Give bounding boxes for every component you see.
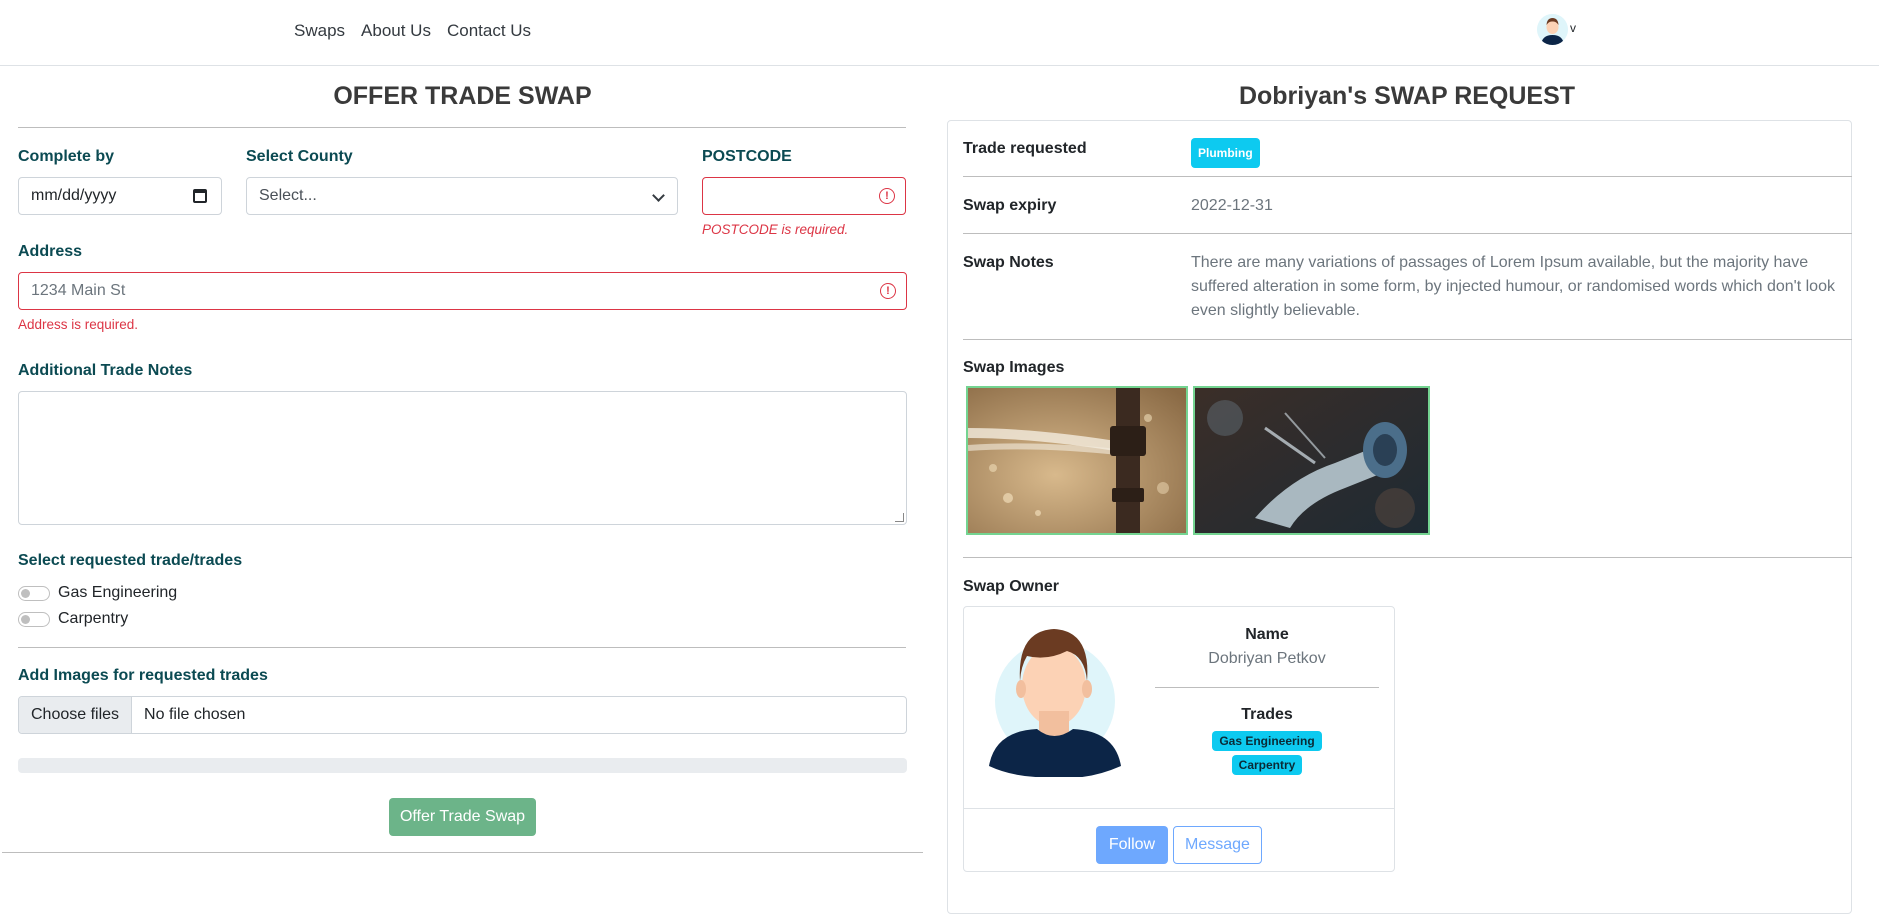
offer-form-title: OFFER TRADE SWAP: [333, 82, 592, 110]
divider: [2, 852, 923, 853]
carpentry-toggle[interactable]: [18, 611, 50, 627]
leaking-pipe-image: [968, 388, 1186, 533]
nav-link-about-us[interactable]: About Us: [353, 20, 439, 42]
chevron-down-icon: v: [1570, 20, 1576, 35]
select-trades-label: Select requested trade/trades: [18, 552, 243, 569]
owner-trades-label: Trades: [1241, 706, 1293, 723]
avatar-person-icon: [1537, 14, 1568, 45]
file-input[interactable]: Choose files No file chosen: [18, 696, 907, 734]
trade-option-carpentry[interactable]: Carpentry: [18, 610, 128, 628]
divider: [963, 176, 1852, 177]
swap-request-title: Dobriyan's SWAP REQUEST: [1238, 82, 1576, 110]
swap-image-2[interactable]: [1193, 386, 1430, 535]
chevron-down-icon: [652, 189, 665, 202]
owner-name-label: Name: [1245, 626, 1289, 643]
county-selected-value: Select...: [259, 187, 317, 204]
message-button[interactable]: Message: [1173, 826, 1262, 864]
file-status: No file chosen: [144, 706, 246, 723]
owner-trade-badges: Gas Engineering Carpentry: [1155, 731, 1379, 775]
user-menu-toggle[interactable]: v: [1537, 14, 1576, 45]
address-input[interactable]: 1234 Main St !: [18, 272, 907, 310]
trade-requested-value: Plumbing: [1191, 138, 1260, 168]
owner-avatar: [987, 621, 1123, 782]
additional-notes-label: Additional Trade Notes: [18, 362, 193, 379]
divider: [963, 339, 1852, 340]
address-label: Address: [18, 243, 83, 260]
gas-engineering-toggle[interactable]: [18, 585, 50, 601]
add-images-label: Add Images for requested trades: [18, 667, 268, 684]
complete-by-placeholder: mm/dd/yyyy: [31, 187, 117, 204]
county-select[interactable]: Select...: [246, 177, 678, 215]
offer-trade-swap-button[interactable]: Offer Trade Swap: [389, 798, 536, 836]
nav-link-contact-us[interactable]: Contact Us: [439, 20, 539, 42]
choose-files-button[interactable]: Choose files: [19, 697, 133, 733]
gas-engineering-label: Gas Engineering: [58, 584, 178, 601]
complete-by-date-input[interactable]: mm/dd/yyyy: [18, 177, 222, 215]
error-icon: !: [879, 188, 895, 204]
navbar: Swaps About Us Contact Us v: [0, 0, 1879, 66]
error-icon: !: [880, 283, 896, 299]
swap-owner-label: Swap Owner: [963, 578, 1060, 595]
swap-notes-label: Swap Notes: [963, 254, 1054, 271]
trade-badge-carpentry: Carpentry: [1231, 755, 1303, 775]
nav-links: Swaps About Us Contact Us: [286, 20, 539, 42]
divider: [963, 808, 1395, 809]
additional-notes-textarea[interactable]: [18, 391, 907, 525]
swap-image-1[interactable]: [966, 386, 1188, 535]
postcode-label: POSTCODE: [702, 148, 792, 165]
complete-by-label: Complete by: [18, 148, 115, 165]
swap-expiry-value: 2022-12-31: [1191, 197, 1273, 214]
swap-expiry-label: Swap expiry: [963, 197, 1057, 214]
avatar-person-icon: [989, 629, 1121, 778]
postcode-error: POSTCODE is required.: [702, 222, 849, 237]
trade-option-gas-engineering[interactable]: Gas Engineering: [18, 584, 177, 602]
nav-link-swaps[interactable]: Swaps: [286, 20, 353, 42]
address-placeholder: 1234 Main St: [31, 282, 126, 299]
swap-notes-value: There are many variations of passages of…: [1191, 254, 1835, 319]
divider: [18, 127, 906, 128]
follow-button[interactable]: Follow: [1096, 826, 1168, 864]
address-error: Address is required.: [18, 317, 139, 332]
carpentry-label: Carpentry: [58, 610, 129, 627]
trade-requested-label: Trade requested: [963, 140, 1087, 157]
trade-badge-plumbing: Plumbing: [1191, 138, 1260, 168]
divider: [18, 647, 906, 648]
divider: [963, 557, 1852, 558]
calendar-icon[interactable]: [193, 189, 207, 203]
owner-name: Dobriyan Petkov: [1208, 650, 1326, 667]
trade-badge-gas-engineering: Gas Engineering: [1212, 731, 1322, 751]
postcode-input[interactable]: !: [702, 177, 906, 215]
leaking-tap-image: [1195, 388, 1428, 533]
swap-images-label: Swap Images: [963, 359, 1065, 376]
upload-progress-bar: [18, 758, 907, 773]
divider: [963, 233, 1852, 234]
resize-handle-icon[interactable]: [895, 513, 904, 522]
user-avatar: [1537, 14, 1568, 45]
divider: [1155, 687, 1379, 688]
select-county-label: Select County: [246, 148, 353, 165]
